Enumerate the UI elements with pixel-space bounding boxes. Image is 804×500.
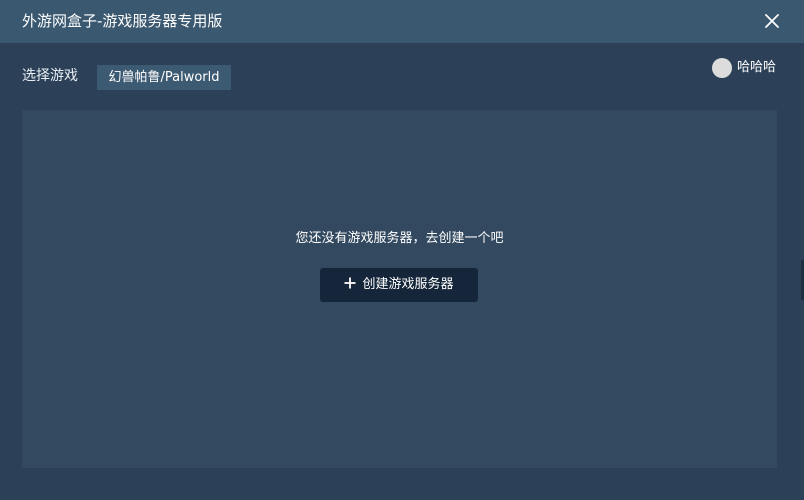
empty-state-message: 您还没有游戏服务器，去创建一个吧	[295, 231, 504, 246]
create-server-label: 创建游戏服务器	[362, 277, 454, 292]
window-title: 外游网盒子-游戏服务器专用版	[22, 12, 223, 30]
create-server-button[interactable]: 创建游戏服务器	[320, 268, 478, 302]
close-icon	[762, 11, 782, 31]
select-game-label: 选择游戏	[22, 68, 78, 84]
plus-icon	[344, 277, 356, 289]
avatar[interactable]	[711, 58, 732, 78]
user-profile[interactable]: 哈哈哈	[711, 58, 776, 78]
app-window: 外游网盒子-游戏服务器专用版 选择游戏 幻兽帕鲁/Palworld 哈哈哈 您还…	[0, 0, 804, 500]
server-list-panel: 您还没有游戏服务器，去创建一个吧 创建游戏服务器	[22, 110, 777, 468]
close-button[interactable]	[762, 11, 782, 31]
title-bar: 外游网盒子-游戏服务器专用版	[0, 0, 804, 43]
game-select-button[interactable]: 幻兽帕鲁/Palworld	[97, 65, 231, 90]
username: 哈哈哈	[736, 60, 776, 75]
